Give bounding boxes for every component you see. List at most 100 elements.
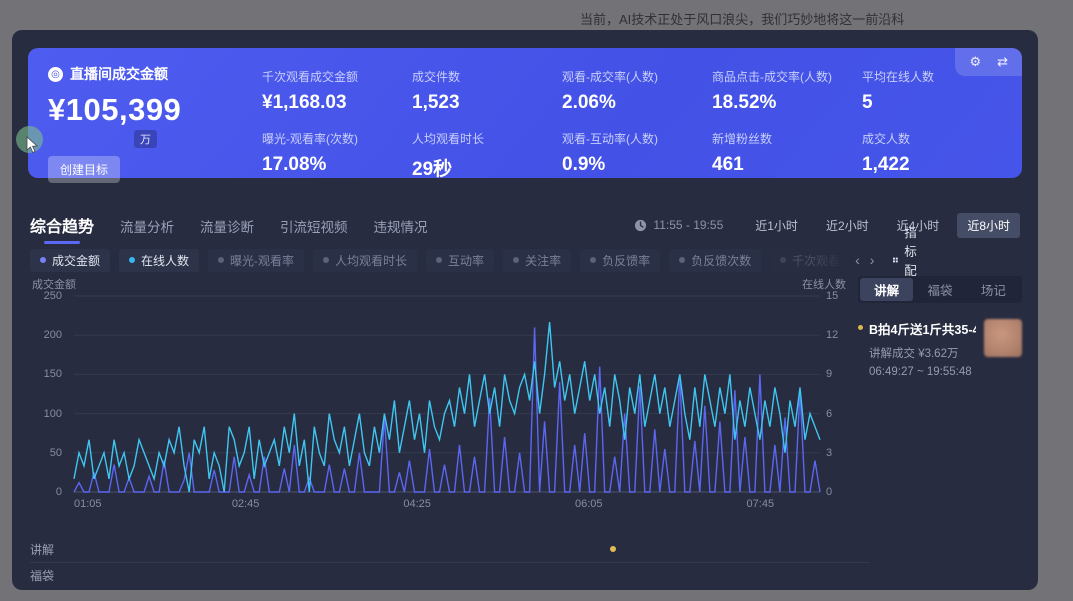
track-row-0: 讲解 xyxy=(30,536,870,562)
legend-dot xyxy=(780,257,786,263)
y-tick-right: 12 xyxy=(826,329,838,341)
swap-icon[interactable]: ⇄ xyxy=(997,54,1008,70)
legend-dot xyxy=(323,257,329,263)
legend-dot xyxy=(129,257,135,263)
event-marker[interactable] xyxy=(610,546,616,552)
metric-label: 观看-成交率(人数) xyxy=(562,68,704,85)
legend-chip-6[interactable]: 负反馈率 xyxy=(580,249,660,272)
trend-chart-svg xyxy=(74,296,820,492)
time-range-button-0[interactable]: 近1小时 xyxy=(745,213,808,238)
legend-chip-label: 互动率 xyxy=(448,252,484,269)
explain-panel: 讲解福袋场记 B拍4斤送1斤共35-4... 讲解成交 ¥3.62万 06:49… xyxy=(858,276,1022,572)
legend-chip-label: 在线人数 xyxy=(141,252,189,269)
y-tick-left: 250 xyxy=(12,290,62,302)
legend-chip-label: 关注率 xyxy=(525,252,561,269)
metric-value: 1,422 xyxy=(862,154,1004,176)
legend-dot xyxy=(590,257,596,263)
metric-7: 观看-互动率(人数)0.9% xyxy=(562,130,704,181)
main-tab-0[interactable]: 综合趋势 xyxy=(30,213,94,237)
dashboard-card: ◎ 直播间成交金额 ¥105,399 万 创建目标 千次观看成交金额¥1,168… xyxy=(12,30,1038,590)
legend-chip-8[interactable]: 千次观看 xyxy=(770,249,844,272)
y-tick-right: 15 xyxy=(826,290,838,302)
legend-dot xyxy=(218,257,224,263)
y-tick-right: 9 xyxy=(826,368,832,380)
y-tick-right: 3 xyxy=(826,447,832,459)
mouse-cursor-icon xyxy=(26,136,38,154)
x-tick: 06:05 xyxy=(575,498,603,510)
metric-label: 千次观看成交金额 xyxy=(262,68,404,85)
metric-9: 成交人数 1,422 xyxy=(862,130,1004,181)
legend-chip-label: 千次观看 xyxy=(792,252,840,269)
main-tab-4[interactable]: 违规情况 xyxy=(374,216,428,236)
legend-chip-label: 负反馈率 xyxy=(602,252,650,269)
event-tracks: 讲解福袋 xyxy=(30,536,870,588)
tabs-row: 综合趋势 流量分析 流量诊断 引流短视频 违规情况 11:55 - 19:55 近1小时… xyxy=(30,210,1020,240)
legend-chip-3[interactable]: 人均观看时长 xyxy=(313,249,417,272)
y-tick-right: 6 xyxy=(826,408,832,420)
metric-value: 18.52% xyxy=(712,92,854,114)
dashboard-page: 当前，AI技术正处于风口浪尖，我们巧妙地将这一前沿科 ◎ 直播间成交金额 ¥10… xyxy=(0,0,1073,601)
metric-0: 千次观看成交金额 ¥1,168.03 xyxy=(262,68,404,114)
banner-actions: ⚙ ⇄ xyxy=(955,48,1022,76)
main-tab-1[interactable]: 流量分析 xyxy=(120,216,174,236)
series-line-gmv xyxy=(74,327,820,492)
legend-chip-label: 曝光-观看率 xyxy=(230,252,294,269)
scroll-prev-icon[interactable]: ‹ xyxy=(855,252,860,268)
item-status-dot xyxy=(858,325,863,330)
time-range-text: 11:55 - 19:55 xyxy=(653,218,723,232)
legend-chip-2[interactable]: 曝光-观看率 xyxy=(208,249,304,272)
time-range-button-3[interactable]: 近8小时 xyxy=(957,213,1020,238)
legend-chip-0[interactable]: 成交金额 xyxy=(30,249,110,272)
y-tick-right: 0 xyxy=(826,486,832,498)
banner-metrics-grid: 千次观看成交金额 ¥1,168.03 成交件数1,523 观看-成交率(人数) 2.06… xyxy=(248,64,1004,166)
target-icon: ◎ xyxy=(48,67,63,82)
metric-label: 成交人数 xyxy=(862,130,1004,147)
panel-tab-1[interactable]: 福袋 xyxy=(913,278,966,301)
legend-chip-4[interactable]: 互动率 xyxy=(426,249,494,272)
time-range-button-1[interactable]: 近2小时 xyxy=(816,213,879,238)
metric-label: 新增粉丝数 xyxy=(712,130,854,147)
grid-icon xyxy=(893,254,898,266)
metric-1: 成交件数1,523 xyxy=(412,68,554,114)
metric-label: 观看-互动率(人数) xyxy=(562,130,704,147)
legend-dot xyxy=(436,257,442,263)
legend-dot xyxy=(513,257,519,263)
time-range: 11:55 - 19:55 xyxy=(634,218,723,232)
panel-tab-0[interactable]: 讲解 xyxy=(860,278,913,301)
create-goal-button[interactable]: 创建目标 xyxy=(48,156,120,183)
gmv-summary: ◎ 直播间成交金额 ¥105,399 万 创建目标 xyxy=(48,64,248,166)
main-tabs: 综合趋势 流量分析 流量诊断 引流短视频 违规情况 xyxy=(30,213,428,237)
metric-value: 1,523 xyxy=(412,92,554,114)
explain-panel-tabs: 讲解福袋场记 xyxy=(858,276,1022,303)
metric-value: 17.08% xyxy=(262,154,404,176)
trend-chart-area: 成交金额 在线人数 25020015010050015129630 01:050… xyxy=(12,274,870,520)
main-tab-2[interactable]: 流量诊断 xyxy=(200,216,254,236)
legend-chips: 成交金额 在线人数 曝光-观看率 人均观看时长 互动率 关注率 负反馈率 负反馈次数 千次观看 xyxy=(30,249,844,272)
scroll-next-icon[interactable]: › xyxy=(870,252,875,268)
gear-icon[interactable]: ⚙ xyxy=(969,54,981,70)
legend-scroll-arrows: ‹ › xyxy=(855,252,874,268)
x-tick: 01:05 xyxy=(74,498,102,510)
legend-chip-5[interactable]: 关注率 xyxy=(503,249,571,272)
track-label: 福袋 xyxy=(30,567,54,584)
legend-chip-7[interactable]: 负反馈次数 xyxy=(669,249,761,272)
legend-chip-1[interactable]: 在线人数 xyxy=(119,249,199,272)
metric-value: 5 xyxy=(862,92,1004,114)
metric-value: 29秒 xyxy=(412,154,554,181)
trend-chart-plot[interactable] xyxy=(74,296,820,492)
product-thumbnail xyxy=(984,319,1022,357)
x-tick: 07:45 xyxy=(747,498,775,510)
metric-value: 2.06% xyxy=(562,92,704,114)
metric-3: 商品点击-成交率(人数) 18.52% xyxy=(712,68,854,114)
panel-tab-2[interactable]: 场记 xyxy=(967,278,1020,301)
metric-6: 人均观看时长 29秒 xyxy=(412,130,554,181)
metric-label: 商品点击-成交率(人数) xyxy=(712,68,854,85)
metric-value: ¥1,168.03 xyxy=(262,92,404,114)
explain-item[interactable]: B拍4斤送1斤共35-4... 讲解成交 ¥3.62万 06:49:27 ~ 1… xyxy=(858,319,1022,378)
metric-label: 人均观看时长 xyxy=(412,130,554,147)
gmv-value: ¥105,399 xyxy=(48,92,248,128)
legend-dot xyxy=(679,257,685,263)
x-tick: 02:45 xyxy=(232,498,260,510)
main-tab-3[interactable]: 引流短视频 xyxy=(280,216,348,236)
item-title: B拍4斤送1斤共35-4... xyxy=(869,319,976,338)
